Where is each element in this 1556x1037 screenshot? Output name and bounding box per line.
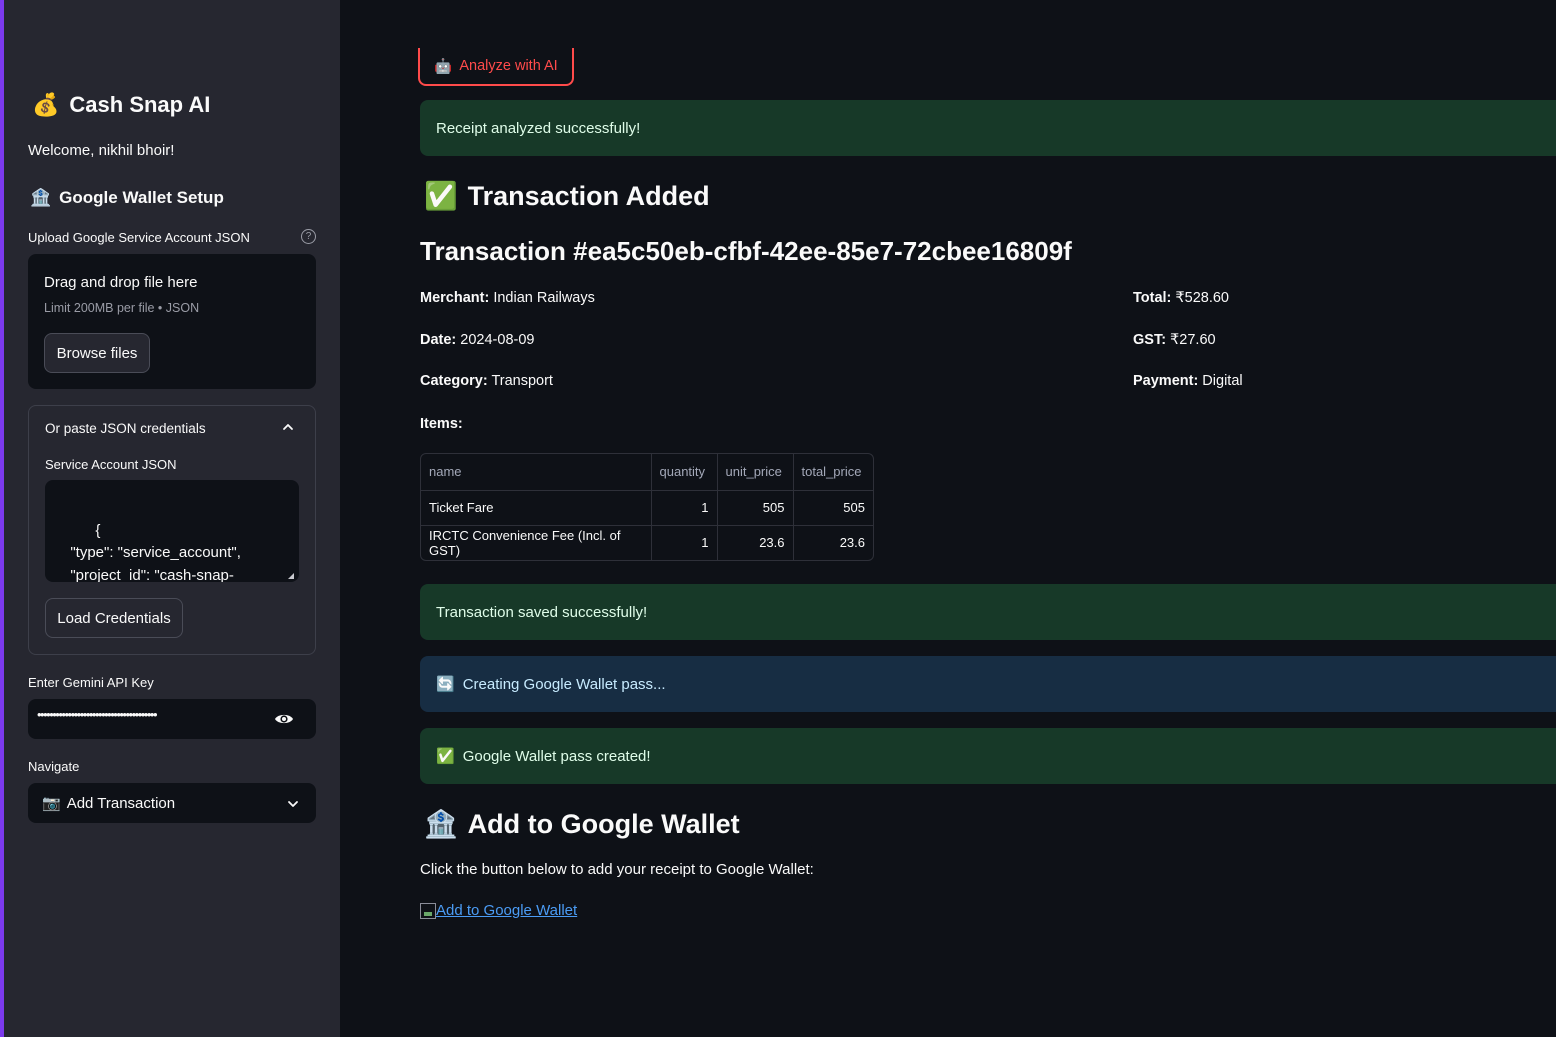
dropzone-title: Drag and drop file here	[44, 274, 198, 291]
navigate-selected-label: Add Transaction	[66, 794, 176, 812]
category-field: Category: Transport	[420, 373, 553, 389]
gst-field: GST: ₹27.60	[1133, 332, 1216, 348]
bank-icon: 🏦	[424, 809, 458, 839]
table-cell[interactable]: IRCTC Convenience Fee (Incl. of GST)	[421, 525, 652, 560]
main-content: 🤖 Analyze with AI Receipt analyzed succe…	[340, 0, 1556, 1037]
category-label: Category:	[420, 373, 488, 389]
transaction-saved-text: Transaction saved successfully!	[436, 603, 648, 621]
bank-icon: 🏦	[30, 188, 52, 207]
wallet-description: Click the button below to add your recei…	[420, 861, 814, 878]
table-cell[interactable]: 505	[717, 490, 794, 526]
total-value: ₹528.60	[1171, 290, 1229, 306]
items-table[interactable]: name quantity unit_price total_price Tic…	[420, 453, 874, 561]
table-cell[interactable]: 23.6	[793, 525, 873, 560]
category-value: Transport	[487, 373, 553, 389]
robot-icon: 🤖	[434, 58, 453, 75]
pass-created-text: Google Wallet pass created!	[462, 747, 651, 765]
receipt-analyzed-alert: Receipt analyzed successfully!	[420, 100, 1556, 156]
json-text: { "type": "service_account", "project_id…	[70, 521, 241, 583]
transaction-added-title: Transaction Added	[467, 180, 710, 211]
chevron-up-icon[interactable]	[281, 420, 295, 434]
app-title: 💰 Cash Snap AI	[32, 92, 210, 118]
service-account-json-textarea[interactable]: { "type": "service_account", "project_id…	[45, 480, 299, 582]
table-cell[interactable]: 505	[793, 490, 873, 526]
date-value: 2024-08-09	[456, 332, 535, 348]
eye-icon[interactable]	[274, 711, 294, 727]
analyze-with-ai-button[interactable]: 🤖 Analyze with AI	[418, 48, 574, 86]
chevron-down-icon[interactable]	[286, 797, 300, 811]
payment-label: Payment:	[1133, 373, 1199, 389]
table-cell[interactable]: 1	[651, 490, 718, 526]
table-cell[interactable]: Ticket Fare	[421, 490, 652, 526]
broken-image-icon	[420, 902, 436, 919]
wallet-link-text: Add to Google Wallet	[436, 902, 578, 919]
upload-label: Upload Google Service Account JSON ?	[28, 229, 316, 245]
add-to-wallet-heading: 🏦 Add to Google Wallet	[424, 808, 740, 840]
help-icon[interactable]: ?	[301, 229, 316, 244]
column-header[interactable]: unit_price	[717, 454, 794, 491]
navigate-select[interactable]: 📷 Add Transaction	[28, 783, 316, 823]
payment-field: Payment: Digital	[1133, 373, 1243, 389]
wallet-setup-heading: 🏦 Google Wallet Setup	[30, 188, 224, 208]
resize-grip-icon[interactable]	[288, 573, 294, 579]
add-to-wallet-title: Add to Google Wallet	[467, 808, 740, 839]
column-header[interactable]: name	[421, 454, 652, 491]
welcome-text: Welcome, nikhil bhoir!	[28, 142, 175, 159]
expander-header[interactable]: Or paste JSON credentials	[45, 421, 206, 436]
api-key-masked-value: •••••••••••••••••••••••••••••••••••••••	[37, 707, 158, 722]
table-row: IRCTC Convenience Fee (Incl. of GST) 1 2…	[421, 525, 873, 560]
gst-label: GST:	[1133, 332, 1167, 348]
refresh-icon: 🔄	[436, 676, 455, 693]
receipt-analyzed-text: Receipt analyzed successfully!	[436, 119, 641, 137]
add-to-google-wallet-link[interactable]: Add to Google Wallet	[420, 902, 577, 919]
gemini-api-key-input[interactable]: •••••••••••••••••••••••••••••••••••••••	[28, 699, 316, 739]
total-label: Total:	[1133, 290, 1172, 306]
navigate-label: Navigate	[28, 759, 80, 774]
navigate-selected: 📷 Add Transaction	[42, 794, 176, 813]
file-dropzone[interactable]: Drag and drop file here Limit 200MB per …	[28, 254, 316, 389]
payment-value: Digital	[1198, 373, 1243, 389]
transaction-id-heading: Transaction #ea5c50eb-cfbf-42ee-85e7-72c…	[420, 236, 1072, 266]
merchant-value: Indian Railways	[489, 290, 595, 306]
dropzone-limit: Limit 200MB per file • JSON	[44, 301, 200, 315]
analyze-label: Analyze with AI	[459, 58, 558, 74]
app-title-text: Cash Snap AI	[69, 92, 211, 117]
column-header[interactable]: total_price	[793, 454, 873, 491]
load-credentials-button[interactable]: Load Credentials	[45, 598, 183, 638]
table-header-row: name quantity unit_price total_price	[421, 454, 873, 491]
column-header[interactable]: quantity	[651, 454, 718, 491]
items-label: Items:	[420, 416, 463, 432]
upload-label-text: Upload Google Service Account JSON	[28, 230, 250, 245]
gst-value: ₹27.60	[1166, 332, 1216, 348]
camera-icon: 📷	[42, 795, 61, 812]
pass-created-alert: ✅ Google Wallet pass created!	[420, 728, 1556, 784]
gemini-api-key-label: Enter Gemini API Key	[28, 675, 154, 690]
table-cell[interactable]: 1	[651, 525, 718, 560]
merchant-field: Merchant: Indian Railways	[420, 290, 595, 306]
table-row: Ticket Fare 1 505 505	[421, 490, 873, 526]
table-cell[interactable]: 23.6	[717, 525, 794, 560]
service-account-label: Service Account JSON	[45, 457, 177, 472]
check-mark-icon: ✅	[424, 181, 458, 211]
creating-pass-text: Creating Google Wallet pass...	[462, 675, 666, 693]
total-field: Total: ₹528.60	[1133, 290, 1229, 306]
browse-files-button[interactable]: Browse files	[44, 333, 150, 373]
transaction-saved-alert: Transaction saved successfully!	[420, 584, 1556, 640]
date-label: Date:	[420, 332, 457, 348]
check-mark-icon: ✅	[436, 748, 455, 765]
wallet-setup-title: Google Wallet Setup	[59, 188, 224, 207]
merchant-label: Merchant:	[420, 290, 490, 306]
money-bag-icon: 💰	[32, 92, 60, 117]
creating-pass-alert: 🔄 Creating Google Wallet pass...	[420, 656, 1556, 712]
date-field: Date: 2024-08-09	[420, 332, 534, 348]
transaction-added-heading: ✅ Transaction Added	[424, 180, 710, 212]
sidebar: 💰 Cash Snap AI Welcome, nikhil bhoir! 🏦 …	[4, 0, 340, 1037]
json-credentials-expander: Or paste JSON credentials Service Accoun…	[28, 405, 316, 655]
